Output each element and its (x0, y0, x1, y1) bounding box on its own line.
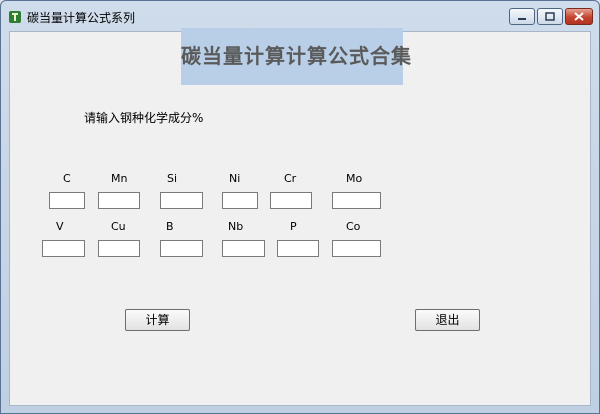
close-icon (574, 12, 584, 21)
label-v: V (56, 220, 64, 233)
minimize-icon (518, 18, 526, 20)
maximize-button[interactable] (537, 8, 563, 25)
label-p: P (290, 220, 297, 233)
label-cr: Cr (284, 172, 297, 185)
exit-button[interactable]: 退出 (415, 309, 480, 331)
label-nb: Nb (228, 220, 244, 233)
input-p[interactable] (277, 240, 319, 257)
label-ni: Ni (229, 172, 241, 185)
input-cu[interactable] (98, 240, 140, 257)
label-si: Si (167, 172, 178, 185)
input-mn[interactable] (98, 192, 140, 209)
calculate-button[interactable]: 计算 (125, 309, 190, 331)
close-button[interactable] (565, 8, 593, 25)
input-prompt: 请输入钢种化学成分% (84, 111, 204, 125)
banner-title: 碳当量计算计算公式合集 (181, 44, 412, 68)
input-ni[interactable] (222, 192, 258, 209)
app-window: 碳当量计算公式系列 碳当量计算计算公式合集 请输入钢种化学成分% C Mn Si… (0, 0, 600, 414)
window-title: 碳当量计算公式系列 (27, 11, 136, 25)
label-co: Co (346, 220, 361, 233)
input-v[interactable] (42, 240, 85, 257)
app-icon (8, 9, 22, 23)
input-cr[interactable] (270, 192, 312, 209)
input-co[interactable] (332, 240, 381, 257)
banner: 碳当量计算计算公式合集 (181, 28, 412, 85)
input-c[interactable] (49, 192, 85, 209)
title-bar[interactable]: 碳当量计算公式系列 (1, 1, 599, 31)
maximize-icon (545, 12, 555, 21)
input-b[interactable] (160, 240, 203, 257)
label-mn: Mn (111, 172, 128, 185)
client-area: 碳当量计算计算公式合集 请输入钢种化学成分% C Mn Si Ni Cr Mo … (9, 28, 591, 406)
input-mo[interactable] (332, 192, 381, 209)
label-b: B (166, 220, 174, 233)
label-cu: Cu (111, 220, 126, 233)
input-nb[interactable] (222, 240, 265, 257)
minimize-button[interactable] (509, 8, 535, 25)
label-mo: Mo (346, 172, 363, 185)
input-si[interactable] (160, 192, 203, 209)
label-c: C (63, 172, 71, 185)
